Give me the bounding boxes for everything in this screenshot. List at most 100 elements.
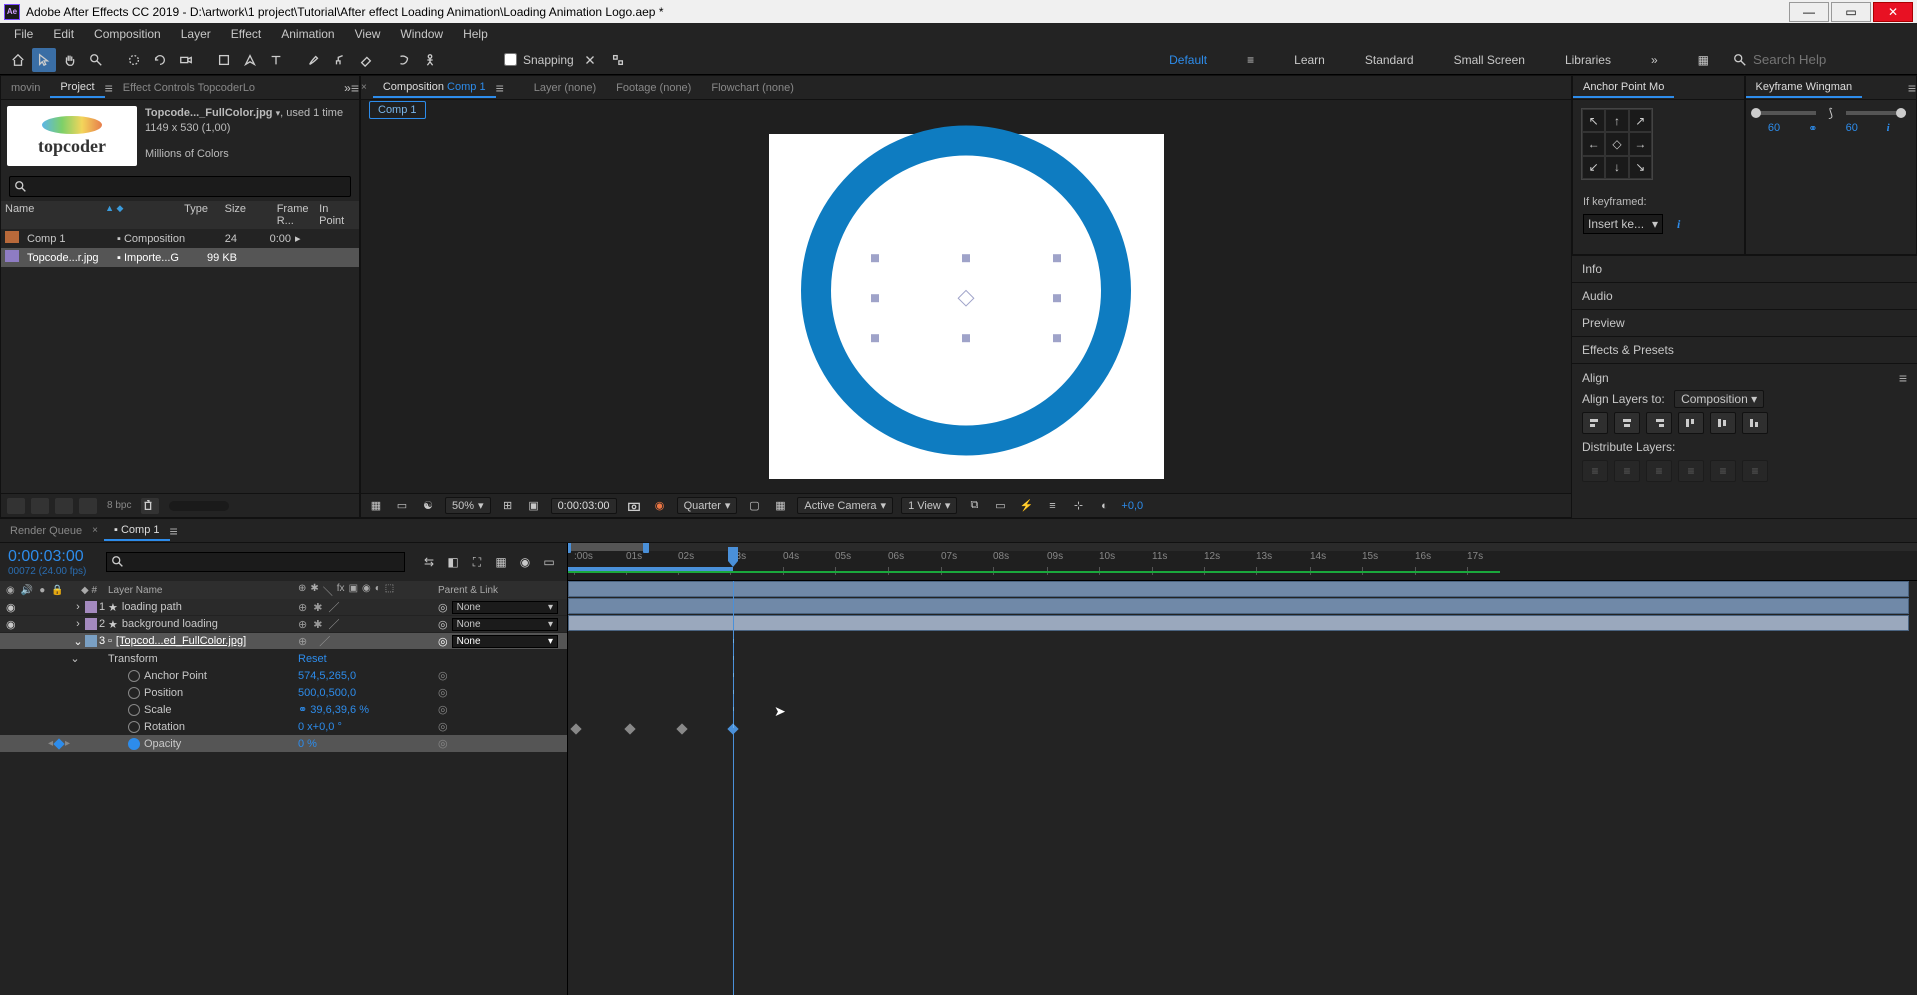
anchor-tr[interactable]: ↗	[1629, 109, 1652, 132]
scale-value[interactable]: ⚭ 39,6,39,6 %	[298, 703, 438, 716]
orbit-tool[interactable]	[122, 48, 146, 72]
camera-tool[interactable]	[174, 48, 198, 72]
opacity-value[interactable]: 0 %	[298, 738, 438, 750]
pickwhip-icon[interactable]: ◎	[438, 601, 448, 614]
label-color[interactable]	[85, 618, 97, 630]
tab-render-queue[interactable]: Render Queue	[0, 522, 92, 540]
info-panel-header[interactable]: Info	[1572, 255, 1917, 282]
align-hcenter-button[interactable]	[1614, 412, 1640, 434]
bpc-button[interactable]: 8 bpc	[103, 500, 135, 511]
snapshot-button[interactable]	[625, 498, 643, 514]
shy-button[interactable]: ⛶	[467, 553, 487, 571]
track-bar-1[interactable]	[568, 581, 1909, 597]
project-row-comp[interactable]: Comp 1 ▪ Composition 24 0:00 ▸	[1, 229, 359, 248]
timeline-search[interactable]	[106, 552, 405, 572]
workspace-default-menu[interactable]: ≡	[1233, 49, 1268, 71]
sw-shy-icon[interactable]: ⊕	[298, 583, 306, 598]
menu-layer[interactable]: Layer	[171, 25, 221, 43]
anchor-point-grid[interactable]: ↖↑↗ ←◇→ ↙↓↘	[1581, 108, 1653, 180]
viewer-time[interactable]: 0:00:03:00	[551, 498, 617, 514]
layer-row-2[interactable]: ◉ ›2 ★background loading ⊕✱／ ◎None▾	[0, 616, 567, 633]
project-search-input[interactable]	[32, 179, 346, 194]
share-view-button[interactable]: ⧉	[965, 498, 983, 514]
expression-pickwhip-icon[interactable]: ◎	[438, 686, 448, 699]
rotation-value[interactable]: 0 x+0,0 °	[298, 721, 438, 733]
exposure-value[interactable]: +0,0	[1121, 500, 1143, 512]
pickwhip-icon[interactable]: ◎	[438, 635, 448, 648]
flowchart-button[interactable]: ⊹	[1069, 498, 1087, 514]
comp-canvas[interactable]	[769, 134, 1164, 479]
col-size[interactable]: Size	[225, 203, 273, 227]
reset-exposure-button[interactable]: ◐	[1095, 498, 1113, 514]
puppet-tool[interactable]	[418, 48, 442, 72]
label-color[interactable]	[85, 601, 97, 613]
project-search[interactable]	[9, 176, 351, 197]
window-maximize-button[interactable]: ▭	[1831, 2, 1871, 22]
always-preview-button[interactable]: ▦	[367, 498, 385, 514]
stopwatch-icon[interactable]	[128, 670, 140, 682]
menu-help[interactable]: Help	[453, 25, 498, 43]
menu-edit[interactable]: Edit	[43, 25, 84, 43]
roto-tool[interactable]	[392, 48, 416, 72]
prop-opacity[interactable]: ◂▸ Opacity 0 % ◎	[0, 735, 567, 752]
align-top-button[interactable]	[1678, 412, 1704, 434]
snap-opt-1[interactable]	[578, 48, 602, 72]
track-bar-3[interactable]	[568, 615, 1909, 631]
anchor-info-icon[interactable]: i	[1673, 217, 1684, 232]
twirl-icon[interactable]: ›	[73, 601, 83, 613]
anchor-l[interactable]: ←	[1582, 132, 1605, 155]
cti-playhead[interactable]	[728, 547, 738, 561]
label-color[interactable]	[85, 635, 97, 647]
track-area[interactable]: ➤	[568, 581, 1917, 995]
kf-info-icon[interactable]: i	[1883, 122, 1894, 135]
home-tool[interactable]	[6, 48, 30, 72]
sw-3d-icon[interactable]: ◉	[362, 583, 371, 598]
sw-aa-icon[interactable]: ◐	[375, 583, 381, 598]
brush-tool[interactable]	[302, 48, 326, 72]
twirl-icon[interactable]: ⌄	[70, 652, 80, 665]
frame-blend-button[interactable]: ▦	[491, 553, 511, 571]
menu-view[interactable]: View	[345, 25, 391, 43]
shape-tool[interactable]	[212, 48, 236, 72]
ease-out-slider[interactable]	[1896, 108, 1906, 118]
col-parent[interactable]: Parent & Link	[438, 585, 558, 596]
effects-presets-panel-header[interactable]: Effects & Presets	[1572, 336, 1917, 363]
snapping-checkbox[interactable]	[504, 53, 517, 66]
comp-mini-flow-button[interactable]: ⇆	[419, 553, 439, 571]
comp-tab-menu-icon[interactable]: ≡	[496, 80, 504, 96]
parent-dropdown-1[interactable]: None▾	[452, 601, 558, 614]
project-row-image[interactable]: Topcode...r.jpg ▪ Importe...G 99 KB	[1, 248, 359, 267]
pixel-ar-button[interactable]: ▭	[991, 498, 1009, 514]
workspace-default[interactable]: Default	[1155, 49, 1221, 71]
fast-preview-button[interactable]: ⚡	[1017, 498, 1035, 514]
clone-tool[interactable]	[328, 48, 352, 72]
workspace-learn[interactable]: Learn	[1280, 49, 1339, 71]
prop-scale[interactable]: Scale ⚭ 39,6,39,6 % ◎	[0, 701, 567, 718]
prop-position[interactable]: Position 500,0,500,0 ◎	[0, 684, 567, 701]
project-columns[interactable]: Name ▲ ◆ Type Size Frame R... In Point	[1, 201, 359, 229]
draft-3d-button[interactable]: ◧	[443, 553, 463, 571]
anchor-point-icon[interactable]	[958, 289, 975, 306]
sw-adj-icon[interactable]: ▣	[349, 583, 358, 598]
trash-button[interactable]	[141, 498, 159, 514]
sw-fx-icon[interactable]: ✱	[310, 583, 318, 598]
stopwatch-icon[interactable]	[128, 704, 140, 716]
pickwhip-icon[interactable]: ◎	[438, 618, 448, 631]
project-tab-menu-icon[interactable]: ≡	[105, 80, 113, 96]
eraser-tool[interactable]	[354, 48, 378, 72]
project-panel-menu-icon[interactable]: ≡	[351, 80, 359, 96]
comp-tab-close[interactable]: ×	[361, 82, 367, 93]
snap-opt-2[interactable]	[606, 48, 630, 72]
mask-button[interactable]: ☯	[419, 498, 437, 514]
parent-dropdown-3[interactable]: None▾	[452, 635, 558, 648]
col-type[interactable]: Type	[184, 203, 221, 227]
workspace-standard[interactable]: Standard	[1351, 49, 1428, 71]
anchor-c[interactable]: ◇	[1605, 132, 1628, 155]
position-value[interactable]: 500,0,500,0	[298, 687, 438, 699]
eye-toggle[interactable]: ◉	[6, 618, 16, 631]
timeline-right[interactable]: :00s 01s 02s 03s 04s 05s 06s 07s 08s 09s…	[568, 543, 1917, 995]
anchor-r[interactable]: →	[1629, 132, 1652, 155]
stopwatch-icon[interactable]	[128, 721, 140, 733]
tab-kf-wingman[interactable]: Keyframe Wingman	[1746, 78, 1863, 98]
tab-movin[interactable]: movin	[1, 79, 50, 97]
